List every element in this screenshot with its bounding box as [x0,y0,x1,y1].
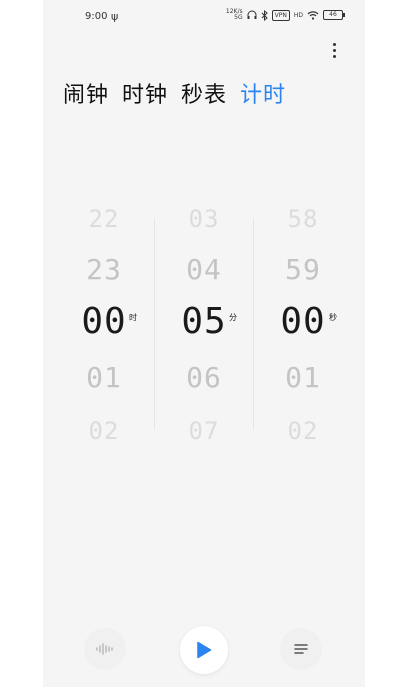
minutes-unit: 分 [229,313,237,322]
hours-current[interactable]: 00 [54,301,154,342]
sound-button[interactable] [84,628,126,670]
speed-bottom: 5G [234,14,243,21]
tab-stopwatch[interactable]: 秒表 [181,77,227,109]
minutes-above[interactable]: 04 [154,253,254,286]
timer-screen: 9:00 ψ 12K/s 5G VPN HD 46 闹钟 时钟 秒表 计时 22… [43,0,365,687]
seconds-below[interactable]: 01 [253,361,353,394]
tab-alarm[interactable]: 闹钟 [63,77,109,109]
battery-level: 46 [329,11,337,18]
more-vertical-icon[interactable] [327,40,341,60]
tab-clock[interactable]: 时钟 [122,77,168,109]
seconds-far-below[interactable]: 02 [253,417,353,445]
usb-icon: ψ [111,10,119,23]
minutes-current[interactable]: 05 [154,301,254,342]
minutes-far-below[interactable]: 07 [154,417,254,445]
tab-timer[interactable]: 计时 [240,77,286,109]
headphones-icon [247,10,257,19]
presets-button[interactable] [280,628,322,670]
minutes-picker[interactable]: 03 04 05 06 07 [154,195,254,445]
seconds-far-above[interactable]: 58 [253,205,353,233]
battery-icon: 46 [323,10,345,20]
sound-wave-icon [96,643,113,655]
hours-far-above[interactable]: 22 [54,205,154,233]
hours-far-below[interactable]: 02 [54,417,154,445]
status-icons: 12K/s 5G VPN HD 46 [226,9,345,21]
seconds-unit: 秒 [329,313,337,322]
status-time: 9:00 [85,11,108,22]
seconds-above[interactable]: 59 [253,253,353,286]
minutes-far-above[interactable]: 03 [154,205,254,233]
minutes-below[interactable]: 06 [154,361,254,394]
hours-unit: 时 [129,313,137,322]
hours-below[interactable]: 01 [54,361,154,394]
list-icon [294,644,308,654]
vpn-badge: VPN [271,9,290,21]
hd-badge: HD [293,11,303,19]
hours-above[interactable]: 23 [54,253,154,286]
status-bar: 9:00 ψ 12K/s 5G VPN HD 46 [43,0,365,34]
play-icon [197,641,212,659]
wifi-icon [307,10,319,20]
start-button[interactable] [180,626,228,674]
network-speed: 12K/s 5G [226,9,243,21]
bluetooth-icon [261,9,268,21]
seconds-picker[interactable]: 58 59 00 01 02 [253,195,353,445]
seconds-current[interactable]: 00 [253,301,353,342]
hours-picker[interactable]: 22 23 00 01 02 [54,195,154,445]
tab-bar: 闹钟 时钟 秒表 计时 [63,77,286,109]
